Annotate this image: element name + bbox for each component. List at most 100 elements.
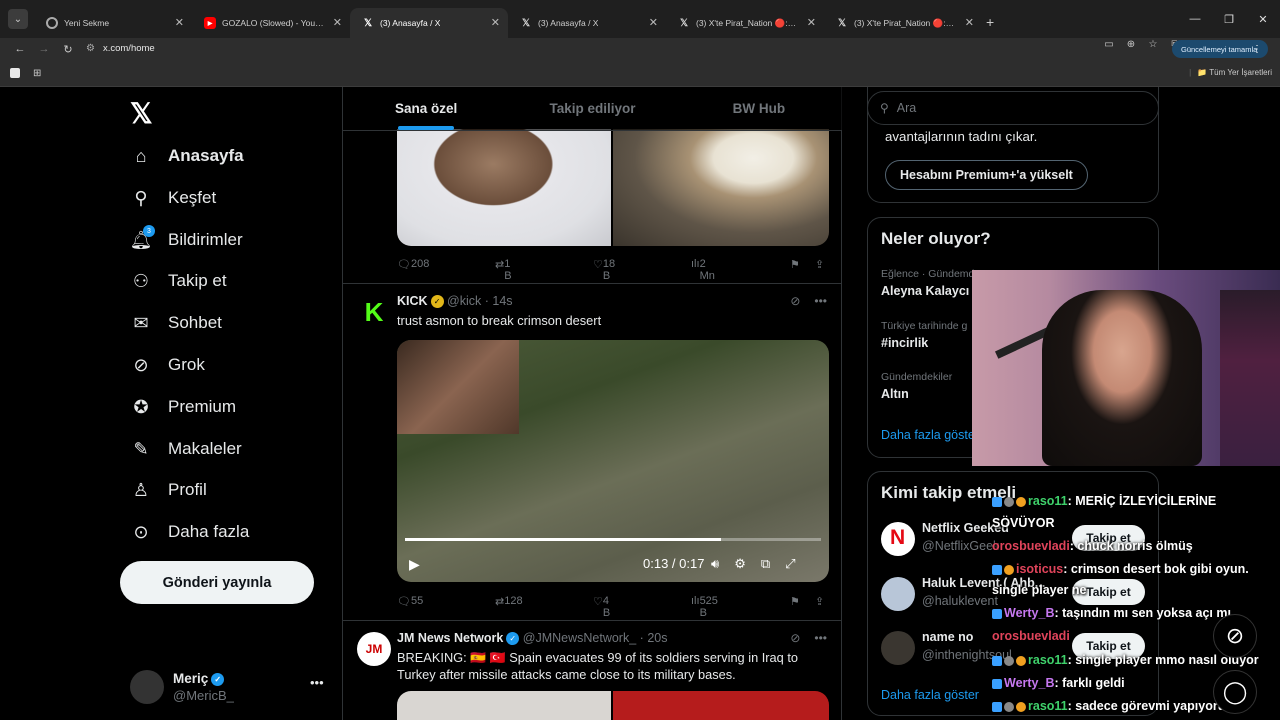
tweet-media[interactable] <box>397 129 829 246</box>
grok-icon[interactable]: ⊘ <box>790 631 800 645</box>
tweet-time[interactable]: 20s <box>647 631 667 645</box>
close-window-icon[interactable]: ✕ <box>1246 0 1280 38</box>
browser-tab[interactable]: 𝕏 (3) Anasayfa / X ✕ <box>508 8 666 38</box>
nav-item-explore[interactable]: ⚲ Keşfet <box>130 178 216 218</box>
star-icon[interactable]: ☆ <box>1142 39 1164 50</box>
search-input[interactable]: ⚲ Ara <box>867 91 1159 125</box>
forward-icon[interactable]: → <box>32 43 56 55</box>
reload-icon[interactable]: ↻ <box>56 43 80 56</box>
all-bookmarks[interactable]: | 📁 Tüm Yer İşaretleri <box>1189 68 1272 77</box>
webcam-background-shelf <box>1220 290 1280 466</box>
views-button[interactable]: ılı 525 B <box>691 595 718 619</box>
address-bar: ← → ↻ ⚙ x.com/home ▭ ⊕ ☆ ⧉ ≡ ◉ <box>0 38 1280 60</box>
bookmark-icon[interactable]: ⚑ <box>790 595 800 608</box>
more-options-icon[interactable]: ••• <box>814 631 827 645</box>
author-name[interactable]: KICK <box>397 294 428 308</box>
play-icon[interactable]: ▶ <box>409 556 420 573</box>
close-icon[interactable]: ✕ <box>649 16 658 29</box>
tweet-media[interactable] <box>397 691 829 720</box>
nav-item-notifications[interactable]: 🔔︎ 3 Bildirimler <box>130 220 243 260</box>
nav-item-premium[interactable]: ✪ Premium <box>130 387 236 427</box>
post-button[interactable]: Gönderi yayınla <box>120 561 314 604</box>
tweet-image[interactable] <box>613 129 829 246</box>
more-options-icon[interactable]: ••• <box>814 294 827 308</box>
nav-item-articles[interactable]: ✎ Makaleler <box>130 429 241 469</box>
trend-item[interactable]: Gündemdekiler Altın <box>881 371 952 401</box>
author-name[interactable]: JM News Network <box>397 631 503 645</box>
x-icon: 𝕏 <box>521 17 531 29</box>
share-icon[interactable]: ⇪ <box>815 595 824 608</box>
tweet-image[interactable] <box>397 691 611 720</box>
nav-item-follow[interactable]: ⚇ Takip et <box>130 261 227 301</box>
video-progress-bar[interactable] <box>405 538 821 541</box>
bookmark-icon[interactable]: ⚑ <box>790 258 800 271</box>
close-icon[interactable]: ✕ <box>175 16 184 29</box>
author-handle[interactable]: @JMNewsNetwork_ <box>523 631 636 645</box>
trend-item[interactable]: Türkiye tarihinde g #incirlik <box>881 320 967 350</box>
fullscreen-icon[interactable]: ⤢ <box>785 556 795 572</box>
minimize-icon[interactable]: — <box>1178 0 1212 38</box>
menu-dots-icon[interactable]: ⋮ <box>1252 44 1262 55</box>
pip-icon[interactable]: ⧉ <box>761 556 770 572</box>
bookmark-icon[interactable] <box>10 68 20 78</box>
nav-item-more[interactable]: ⊙ Daha fazla <box>130 512 249 552</box>
like-button[interactable]: ♡ 4 B <box>593 595 610 619</box>
premium-upgrade-button[interactable]: Hesabını Premium+'a yükselt <box>885 160 1088 190</box>
tab-search-button[interactable]: ⌄ <box>8 9 28 29</box>
trend-category: Türkiye tarihinde g <box>881 320 968 332</box>
nav-item-home[interactable]: ⌂ Anasayfa <box>130 136 244 176</box>
close-icon[interactable]: ✕ <box>965 16 974 29</box>
grok-float-button[interactable]: ⊘ <box>1213 614 1257 658</box>
streamer-figure <box>1042 290 1202 466</box>
avatar[interactable]: K <box>357 295 391 329</box>
grok-icon[interactable]: ⊘ <box>790 294 800 308</box>
tweet-time[interactable]: 14s <box>492 294 512 308</box>
volume-icon[interactable]: 🔊︎ <box>711 556 719 572</box>
browser-tab[interactable]: Yeni Sekme ✕ <box>34 8 192 38</box>
url-field[interactable]: ⚙ x.com/home ▭ ⊕ ☆ ⧉ ≡ ◉ <box>86 37 1223 59</box>
like-button[interactable]: ♡ 18 B <box>593 258 615 282</box>
tab-following[interactable]: Takip ediliyor <box>509 87 675 130</box>
x-logo-icon[interactable]: 𝕏 <box>130 97 153 130</box>
close-icon[interactable]: ✕ <box>333 16 342 29</box>
repost-button[interactable]: ⇄ 1 B <box>495 258 512 282</box>
nav-item-grok[interactable]: ⊘ Grok <box>130 345 204 385</box>
settings-icon[interactable]: ⚙ <box>734 556 746 572</box>
maximize-icon[interactable]: ❐ <box>1212 0 1246 38</box>
views-button[interactable]: ılı 2 Mn <box>691 258 715 282</box>
messages-float-button[interactable]: ◯ <box>1213 670 1257 714</box>
nav-item-chat[interactable]: ✉ Sohbet <box>130 303 221 343</box>
chat-message: orosbuevladi: chuck norris ölmüş <box>992 539 1193 553</box>
trend-item[interactable]: Eğlence · Gündemd Aleyna Kalaycı <box>881 268 974 298</box>
nav-item-profile[interactable]: ♙ Profil <box>130 470 207 510</box>
tab-bw-hub[interactable]: BW Hub <box>676 87 842 130</box>
close-icon[interactable]: ✕ <box>807 16 816 29</box>
browser-tab[interactable]: ▶ GOZALO (Slowed) - YouTube ✕ <box>192 8 350 38</box>
tweet-image[interactable] <box>613 691 829 720</box>
apps-grid-icon[interactable]: ⊞ <box>33 68 41 79</box>
site-info-icon[interactable]: ⚙ <box>86 43 95 54</box>
video-player[interactable]: ▶ 0:13 / 0:17 🔊︎ ⚙ ⧉ ⤢ <box>397 340 829 582</box>
trends-show-more[interactable]: Daha fazla göster <box>881 428 979 442</box>
more-options-icon[interactable]: ••• <box>310 675 324 690</box>
reply-button[interactable]: 🗨︎ 55 <box>397 595 423 608</box>
reply-button[interactable]: 🗨︎ 208 <box>397 258 429 271</box>
account-switcher[interactable]: Meriç ✓ @MericB_ ••• <box>130 670 330 706</box>
repost-button[interactable]: ⇄ 128 <box>495 595 523 608</box>
new-tab-button[interactable]: + <box>986 14 994 30</box>
close-icon[interactable]: ✕ <box>491 16 500 29</box>
share-icon[interactable]: ⇪ <box>815 258 824 271</box>
avatar[interactable]: JM <box>357 632 391 666</box>
cast-icon[interactable]: ▭ <box>1098 39 1120 50</box>
who-show-more[interactable]: Daha fazla göster <box>881 688 979 702</box>
tab-for-you[interactable]: Sana özel <box>343 87 509 130</box>
zoom-icon[interactable]: ⊕ <box>1120 39 1142 50</box>
browser-tab[interactable]: 𝕏 (3) X'te Pirat_Nation 🔴: "Capc ✕ <box>666 8 824 38</box>
back-icon[interactable]: ← <box>8 43 32 55</box>
browser-tab-active[interactable]: 𝕏 (3) Anasayfa / X ✕ <box>350 8 508 38</box>
update-button[interactable]: Güncellemeyi tamamla ⋮ <box>1172 40 1268 58</box>
browser-tab[interactable]: 𝕏 (3) X'te Pirat_Nation 🔴: "Capc ✕ <box>824 8 982 38</box>
chat-badge-icon <box>1004 564 1014 575</box>
tweet-image[interactable] <box>397 129 611 246</box>
author-handle[interactable]: @kick <box>447 294 481 308</box>
